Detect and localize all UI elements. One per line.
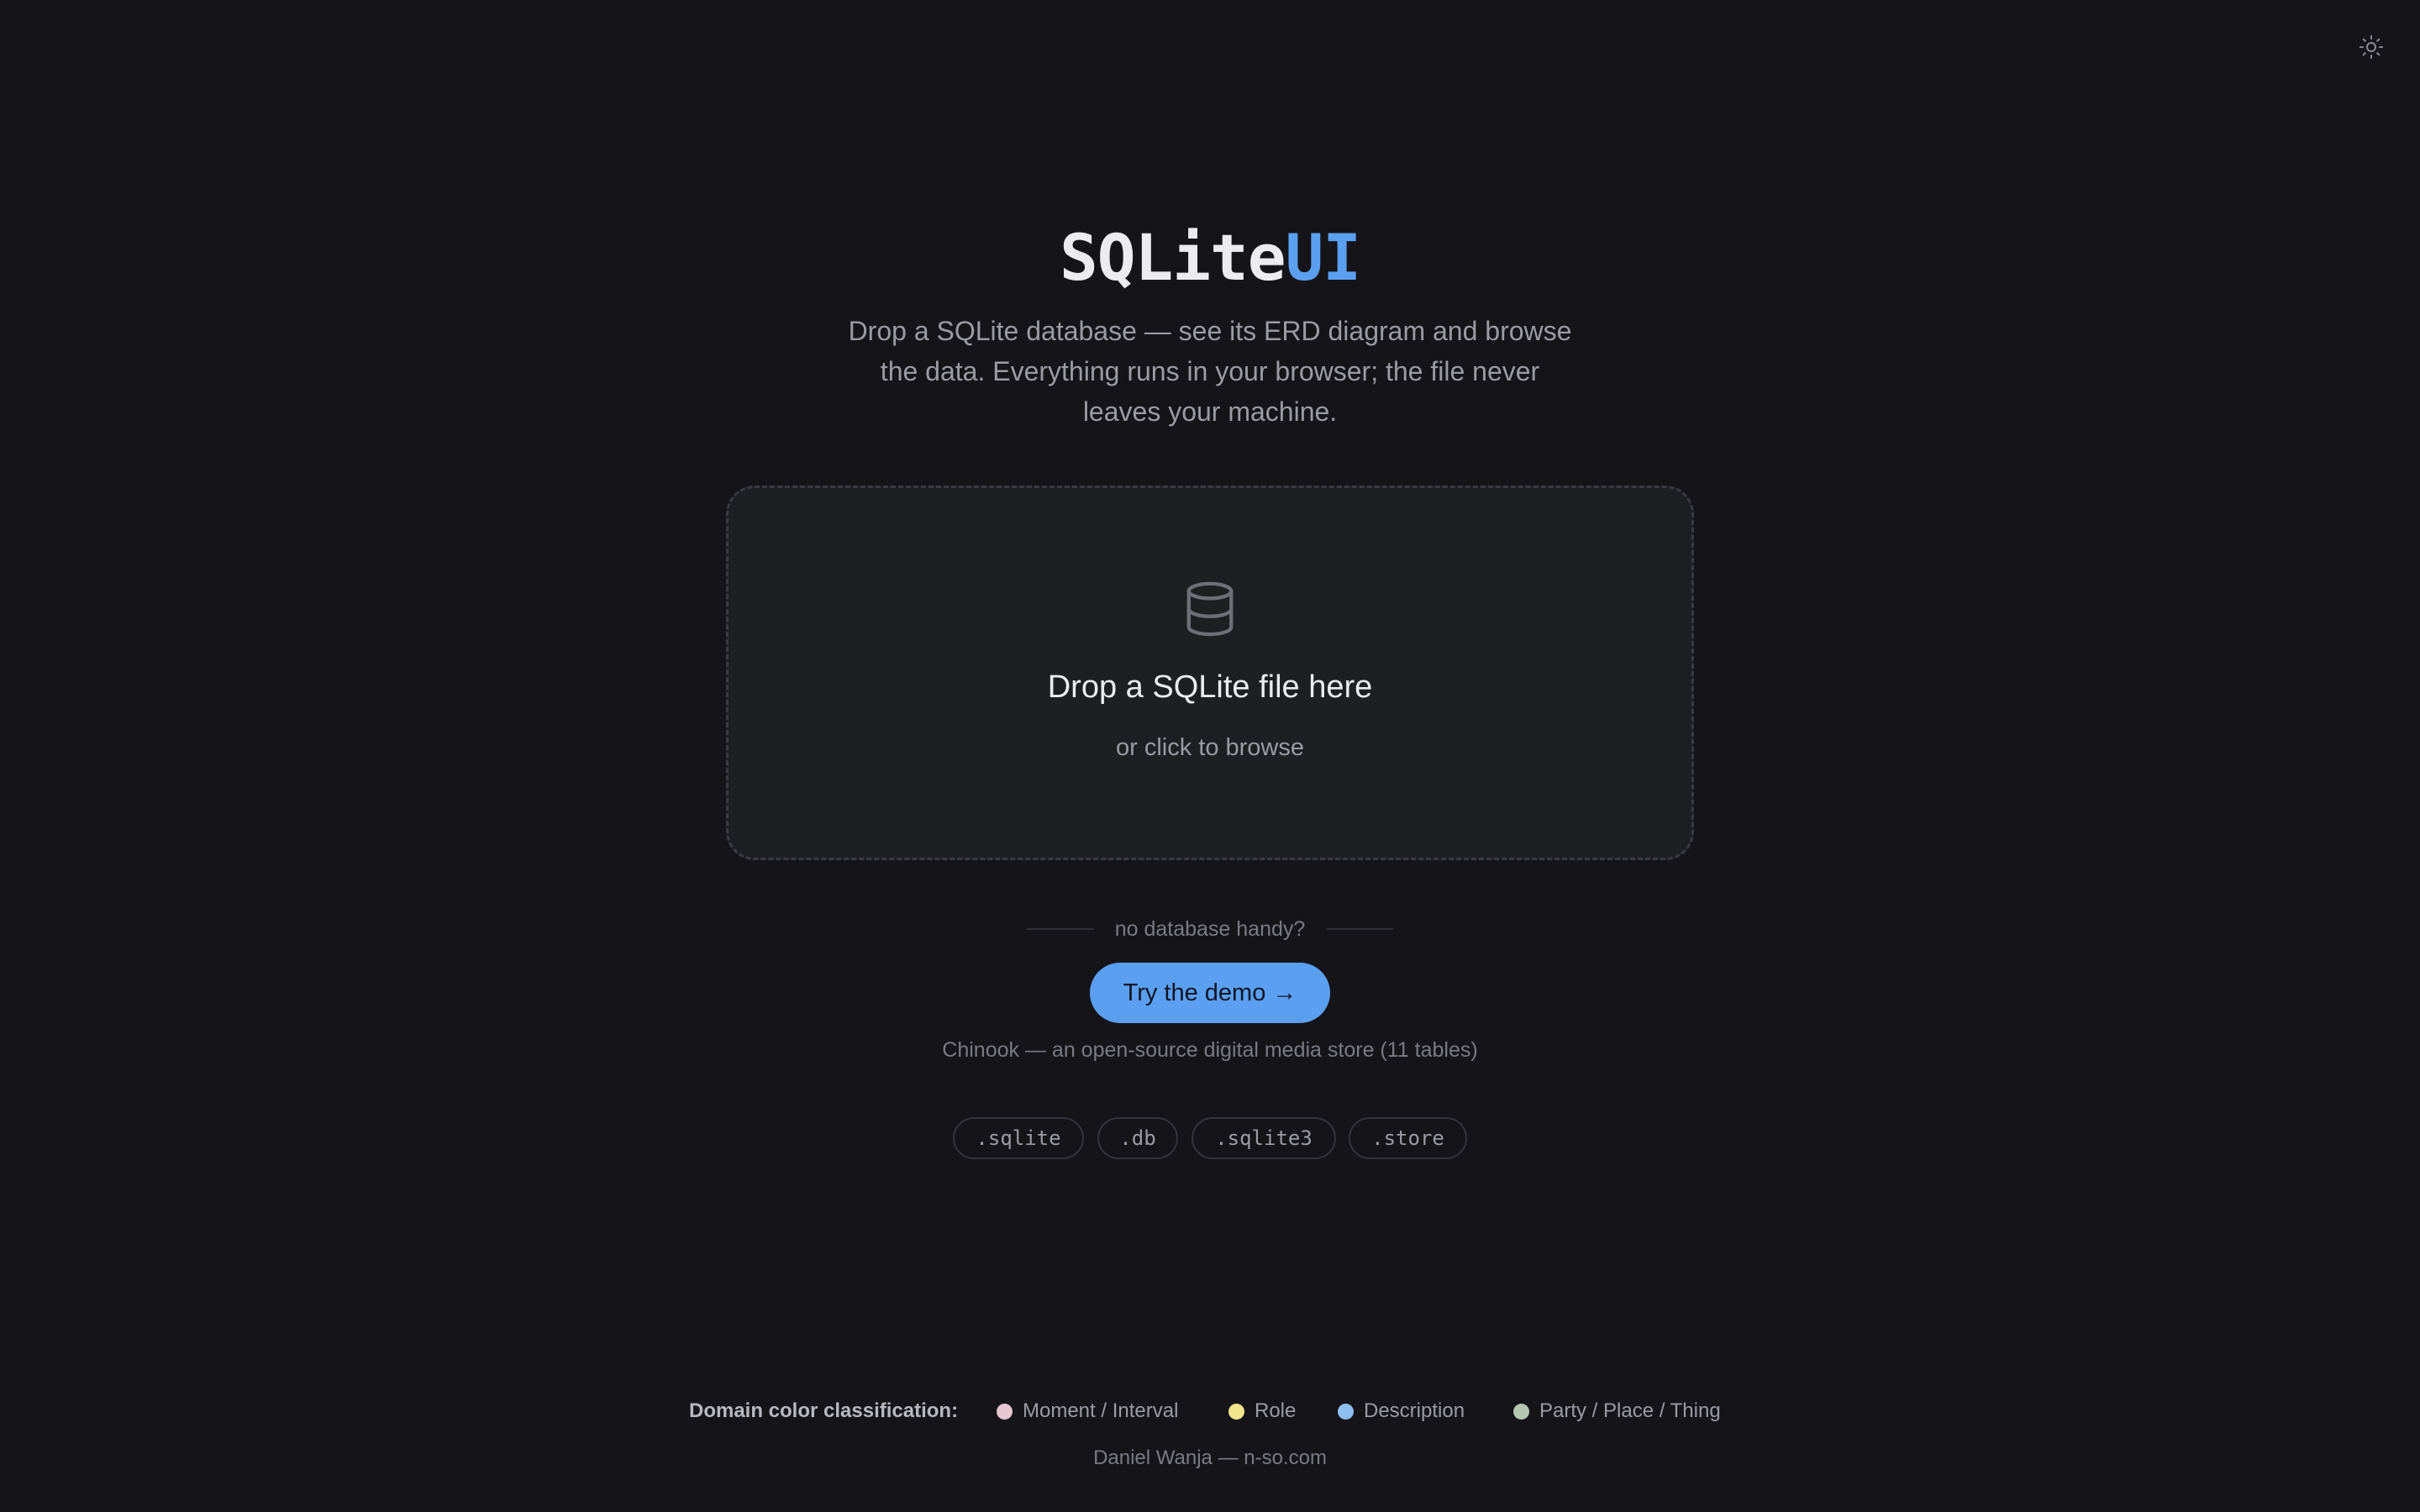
extension-chip-sqlite: .sqlite <box>953 1117 1084 1159</box>
domain-color-legend: Domain color classification: Moment / In… <box>0 1396 2420 1430</box>
dropzone-title: Drop a SQLite file here <box>1047 669 1373 705</box>
extension-chip-sqlite3: .sqlite3 <box>1192 1117 1336 1159</box>
app-title-main: SQLite <box>1059 220 1286 295</box>
app-title-accent: UI <box>1285 220 1362 295</box>
app-description: Drop a SQLite database — see its ERD dia… <box>848 316 1572 427</box>
legend-item-party-place-thing: Party / Place / Thing <box>1513 1396 1721 1426</box>
legend-dot <box>1228 1403 1244 1420</box>
legend-label: Moment / Interval <box>1023 1399 1179 1422</box>
try-demo-button[interactable]: Try the demo → <box>1090 963 1330 1023</box>
sun-icon <box>2359 34 2384 60</box>
extension-chip-db: .db <box>1097 1117 1178 1159</box>
legend-dot <box>1338 1403 1354 1420</box>
theme-toggle-button[interactable] <box>2354 30 2388 64</box>
legend-title: Domain color classification: <box>689 1399 959 1422</box>
legend-dot <box>997 1403 1013 1420</box>
legend-dot <box>1513 1403 1529 1420</box>
demo-description: Chinook — an open-source digital media s… <box>942 1038 1478 1062</box>
legend-label: Party / Place / Thing <box>1539 1399 1721 1422</box>
database-icon <box>1186 581 1234 637</box>
legend-label: Role <box>1255 1399 1297 1422</box>
legend-item-role: Role <box>1228 1396 1296 1426</box>
footer-credit: Daniel Wanja — n-so.com <box>1093 1446 1327 1469</box>
dropzone-browse-link[interactable]: or click to browse <box>726 729 1694 766</box>
divider-line-right <box>1326 928 1393 930</box>
legend-item-moment-interval: Moment / Interval <box>997 1396 1178 1426</box>
legend-label: Description <box>1364 1399 1465 1422</box>
app-title: SQLiteUI <box>0 220 2420 296</box>
legend-item-description: Description <box>1338 1396 1465 1426</box>
extension-chip-store: .store <box>1349 1117 1467 1159</box>
